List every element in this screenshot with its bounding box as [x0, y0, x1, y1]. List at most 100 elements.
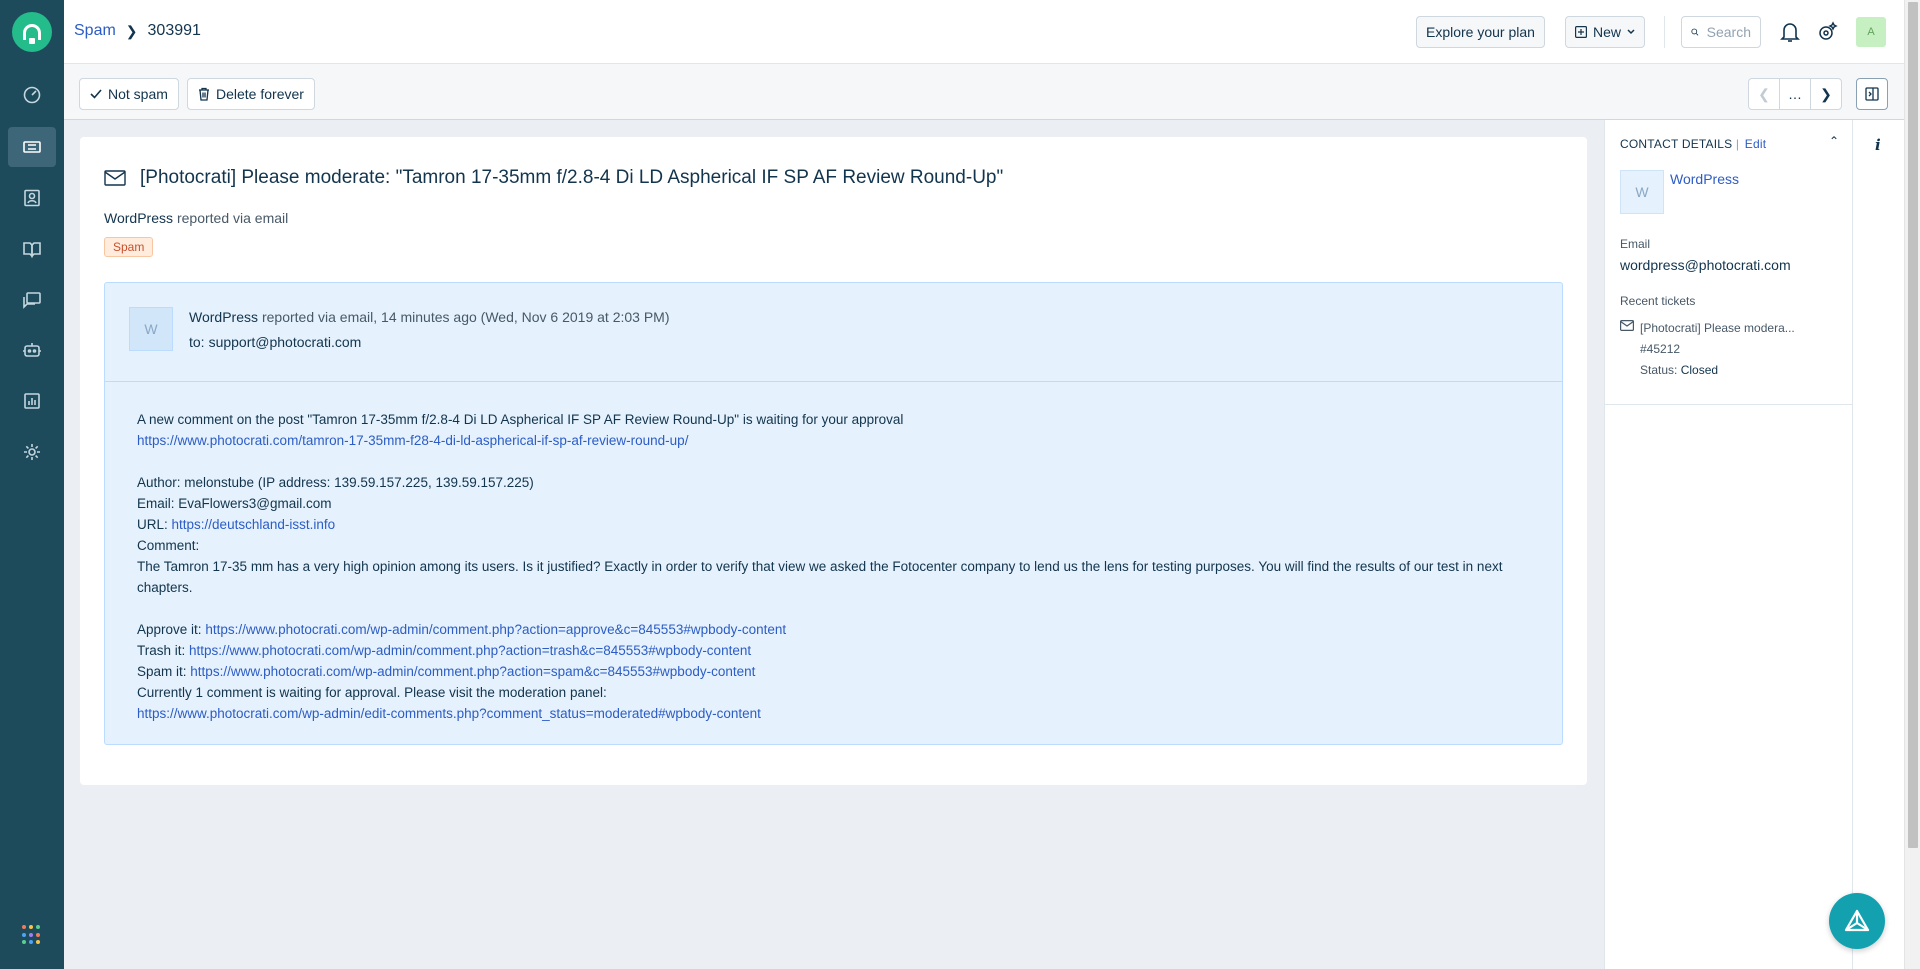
trash-link[interactable]: https://www.photocrati.com/wp-admin/comm… [189, 643, 751, 658]
dashboard-icon [23, 86, 41, 104]
delete-forever-label: Delete forever [216, 86, 304, 102]
contact-avatar: W [1620, 170, 1664, 214]
header-divider [1664, 16, 1665, 48]
requester-name[interactable]: WordPress [104, 210, 173, 226]
sidebar-item-admin[interactable] [8, 432, 56, 472]
contact-name-link[interactable]: WordPress [1670, 171, 1739, 187]
sidebar-item-forums[interactable] [8, 280, 56, 320]
to-address: support@photocrati.com [208, 334, 362, 350]
headset-icon [23, 24, 41, 44]
panel-toggle-icon [1865, 87, 1879, 101]
sidebar-item-solutions[interactable] [8, 229, 56, 269]
waiting-text: Currently 1 comment is waiting for appro… [137, 685, 607, 700]
envelope-icon [104, 170, 126, 186]
author-url-link[interactable]: https://deutschland-isst.info [172, 517, 336, 532]
recent-ticket-status: Closed [1680, 363, 1719, 377]
approve-link[interactable]: https://www.photocrati.com/wp-admin/comm… [205, 622, 786, 637]
new-button[interactable]: New [1565, 16, 1646, 48]
user-avatar[interactable]: A [1856, 17, 1886, 47]
explore-plan-button[interactable]: Explore your plan [1416, 16, 1545, 48]
spam-link[interactable]: https://www.photocrati.com/wp-admin/comm… [190, 664, 755, 679]
contact-title-text: CONTACT DETAILS [1620, 137, 1733, 151]
search-button[interactable]: Search [1681, 16, 1761, 48]
apps-grid-icon[interactable] [22, 925, 42, 945]
message-meta: reported via email, 14 minutes ago (Wed,… [261, 309, 670, 325]
spam-label: Spam it: [137, 664, 187, 679]
tickets-icon [23, 141, 41, 153]
plus-box-icon [1575, 26, 1587, 38]
help-widget-button[interactable] [1829, 893, 1885, 949]
forums-icon [23, 292, 41, 309]
email-body: A new comment on the post "Tamron 17-35m… [137, 409, 1537, 724]
check-icon [90, 89, 102, 99]
contacts-icon [24, 189, 40, 207]
to-label: to: [189, 334, 205, 350]
search-placeholder: Search [1706, 24, 1751, 40]
chevron-down-icon [1627, 29, 1635, 35]
post-link[interactable]: https://www.photocrati.com/tamron-17-35m… [137, 433, 688, 448]
notifications-button[interactable] [1778, 20, 1802, 44]
more-actions-button[interactable]: … [1779, 78, 1811, 110]
ticket-subject-row: [Photocrati] Please moderate: "Tamron 17… [104, 167, 1003, 189]
recent-ticket-id: #45212 [1640, 342, 1681, 356]
delete-forever-button[interactable]: Delete forever [187, 78, 315, 110]
breadcrumb-spam-link[interactable]: Spam [74, 22, 116, 40]
ticket-mail-icon [1620, 320, 1634, 331]
not-spam-button[interactable]: Not spam [79, 78, 179, 110]
reported-via: reported via email [176, 210, 289, 226]
body-comment-label: Comment: [137, 538, 200, 553]
previous-ticket-button[interactable]: ❮ [1748, 78, 1780, 110]
recent-ticket-item[interactable]: [Photocrati] Please modera... #45212 Sta… [1640, 318, 1795, 381]
contact-email-label: Email [1620, 237, 1651, 251]
contact-email: wordpress@photocrati.com [1620, 257, 1791, 273]
new-label: New [1593, 24, 1622, 40]
trash-label: Trash it: [137, 643, 186, 658]
email-message: W WordPress reported via email, 14 minute… [104, 282, 1563, 745]
contact-details-panel: CONTACT DETAILS | Edit ⌃ W WordPress Ema… [1604, 120, 1852, 969]
sender-line: WordPress reported via email, 14 minutes … [189, 309, 670, 325]
body-intro: A new comment on the post "Tamron 17-35m… [137, 412, 904, 427]
ticket-card: [Photocrati] Please moderate: "Tamron 17… [80, 137, 1587, 785]
contact-edit-link[interactable]: Edit [1745, 137, 1766, 151]
search-icon [1691, 28, 1699, 36]
freshdesk-logo[interactable] [12, 12, 52, 52]
recent-ticket-status-label: Status: [1640, 363, 1678, 377]
contact-details-title: CONTACT DETAILS | Edit [1620, 137, 1767, 151]
reported-line: WordPress reported via email [104, 210, 288, 226]
chevron-right-icon: ❯ [1820, 85, 1832, 102]
breadcrumb: Spam ❯ 303991 [74, 22, 201, 40]
recipient-line: to: support@photocrati.com [189, 334, 361, 350]
breadcrumb-ticket-id: 303991 [147, 22, 201, 39]
recent-tickets-label: Recent tickets [1620, 294, 1696, 308]
recent-ticket-subject: [Photocrati] Please modera... [1640, 321, 1795, 335]
explore-plan-label: Explore your plan [1426, 24, 1535, 40]
collapse-chevron-icon[interactable]: ⌃ [1829, 134, 1839, 148]
contact-details-section: CONTACT DETAILS | Edit ⌃ W WordPress Ema… [1605, 120, 1852, 405]
info-icon[interactable]: i [1875, 136, 1881, 154]
freddy-ai-button[interactable] [1815, 20, 1839, 44]
sidebar-item-contacts[interactable] [8, 178, 56, 218]
sidebar-item-dashboard[interactable] [8, 75, 56, 115]
sidebar-item-reports[interactable] [8, 381, 56, 421]
chevron-right-icon: ❯ [125, 22, 138, 39]
solutions-icon [23, 242, 41, 258]
bell-icon [1780, 23, 1800, 42]
trash-icon [199, 87, 209, 101]
body-email: Email: EvaFlowers3@gmail.com [137, 496, 332, 511]
toggle-sidebar-button[interactable] [1856, 78, 1888, 110]
page-scrollbar[interactable] [1904, 0, 1920, 969]
sidebar-item-bot[interactable] [8, 330, 56, 370]
sparkle-gear-icon [1819, 21, 1838, 40]
approve-label: Approve it: [137, 622, 202, 637]
email-header: W WordPress reported via email, 14 minute… [105, 283, 1562, 382]
status-badge: Spam [104, 237, 154, 257]
scrollbar-thumb[interactable] [1908, 2, 1918, 848]
sidebar-item-tickets[interactable] [8, 127, 56, 167]
sender-name[interactable]: WordPress [189, 309, 258, 325]
next-ticket-button[interactable]: ❯ [1810, 78, 1842, 110]
moderation-link[interactable]: https://www.photocrati.com/wp-admin/edit… [137, 706, 761, 721]
ellipsis-icon: … [1788, 86, 1802, 102]
info-sidebar: i [1852, 120, 1904, 969]
ticket-subject: [Photocrati] Please moderate: "Tamron 17… [140, 167, 1004, 188]
body-comment-text: The Tamron 17-35 mm has a very high opin… [137, 559, 1503, 595]
